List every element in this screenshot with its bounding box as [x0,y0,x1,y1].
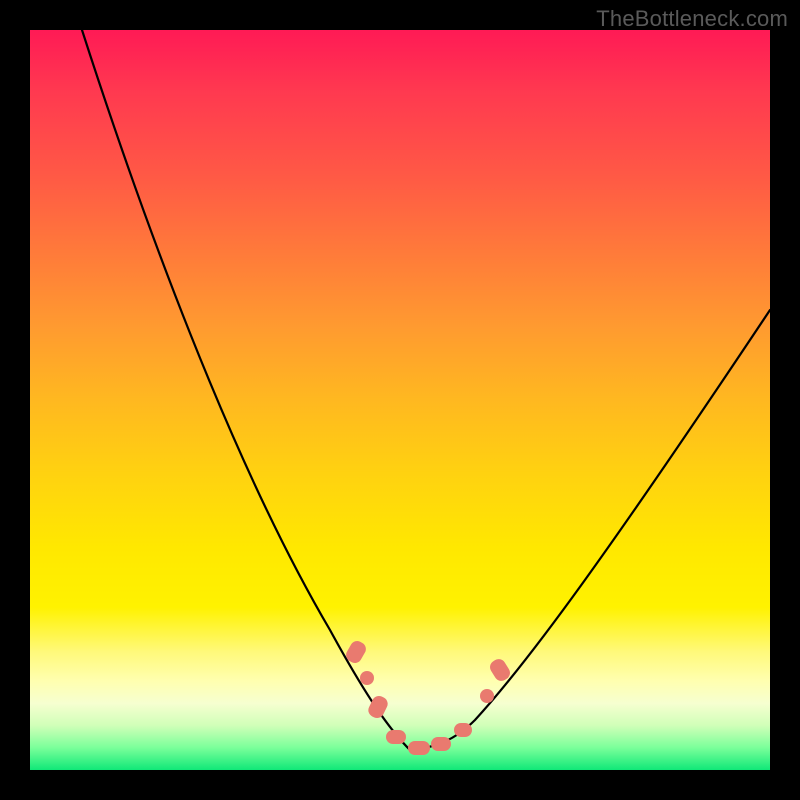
marker-point [454,723,472,737]
marker-point [480,689,494,703]
chart-frame: TheBottleneck.com [0,0,800,800]
plot-area [30,30,770,770]
marker-point [408,741,430,755]
marker-point [487,656,512,683]
watermark-text: TheBottleneck.com [596,6,788,32]
marker-point [431,737,451,751]
marker-point [360,671,374,685]
marker-point [344,638,369,665]
marker-point [386,730,406,744]
marker-point [366,694,390,721]
curve-markers [30,30,770,770]
